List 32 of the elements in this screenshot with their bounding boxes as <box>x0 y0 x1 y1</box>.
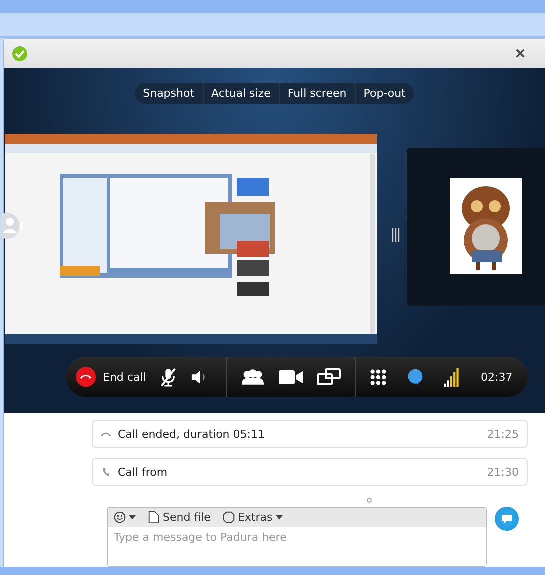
signal-strength-icon <box>444 368 461 387</box>
smiley-icon <box>114 511 126 524</box>
send-file-button[interactable]: Send file <box>148 511 211 524</box>
video-menu-button[interactable]: Actual size <box>204 83 279 104</box>
video-menu-button[interactable]: Snapshot <box>135 83 203 104</box>
extras-button[interactable]: Extras <box>222 511 283 524</box>
video-menu-button[interactable]: Pop-out <box>356 83 414 104</box>
document-icon <box>148 511 160 524</box>
message-text: Call ended, duration 05:11 <box>118 428 266 441</box>
video-menu-button[interactable]: Full screen <box>280 83 355 104</box>
message-composer[interactable]: Send file Extras Type a message to Padura here <box>107 507 487 568</box>
send-message-button[interactable] <box>495 507 519 532</box>
phone-handset-icon <box>100 467 112 478</box>
hang-up-icon <box>76 367 96 388</box>
close-icon[interactable] <box>516 49 525 58</box>
caret-icon <box>129 515 136 520</box>
chat-icon <box>501 513 513 526</box>
message-text: Call from <box>118 466 169 479</box>
call-timer: 02:37 <box>481 370 513 384</box>
caret-icon <box>276 515 283 520</box>
end-call-button[interactable]: End call <box>76 367 146 388</box>
emoticon-button[interactable] <box>114 511 136 524</box>
contacts-icon[interactable] <box>241 368 265 387</box>
microphone-muted-icon[interactable] <box>160 368 178 387</box>
message-time: 21:30 <box>487 466 519 479</box>
chat-bubble-icon[interactable] <box>407 368 424 387</box>
screen-share-icon[interactable] <box>317 368 341 387</box>
status-check-icon <box>12 46 28 62</box>
video-camera-icon[interactable] <box>279 368 303 387</box>
dial-pad-icon[interactable] <box>370 368 387 387</box>
message-time: 21:25 <box>487 428 519 441</box>
splitter-icon[interactable] <box>392 228 400 242</box>
